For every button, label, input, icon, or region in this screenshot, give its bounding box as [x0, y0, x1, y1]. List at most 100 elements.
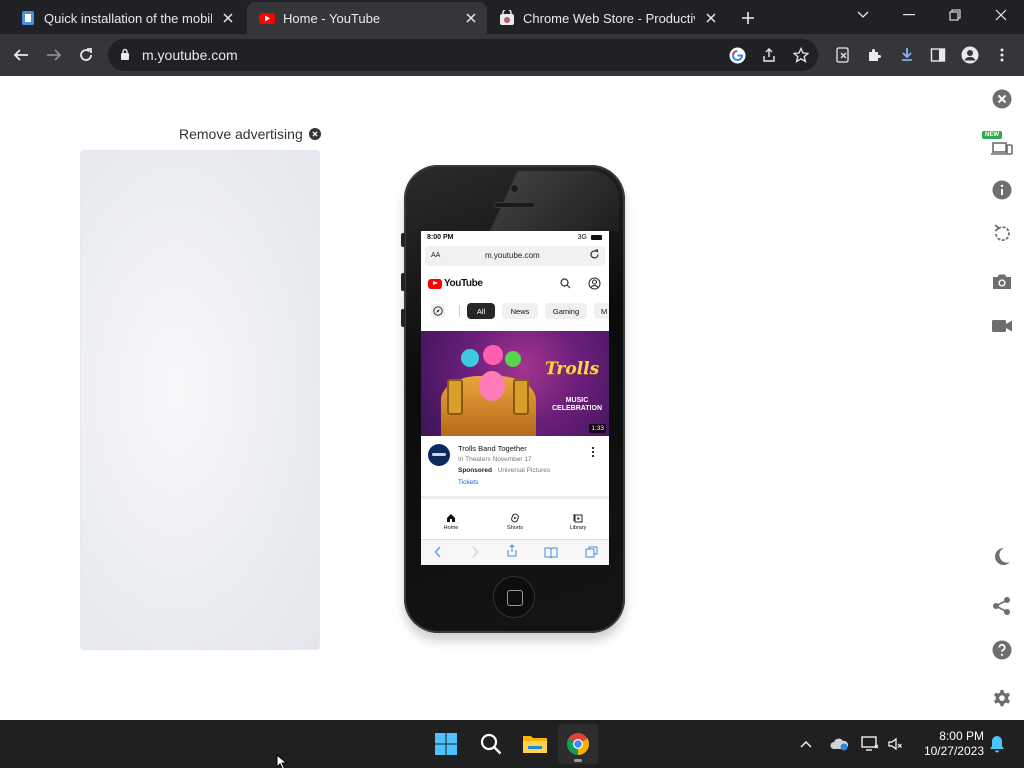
extensions-puzzle-icon[interactable]: [860, 41, 888, 69]
youtube-logo[interactable]: YouTube: [428, 278, 483, 289]
safari-bookmarks-icon[interactable]: [544, 546, 558, 558]
sponsored-line: Sponsored · Universal Pictures: [458, 467, 550, 474]
nav-library[interactable]: Library: [558, 513, 598, 531]
arrow-left-icon: [13, 49, 28, 61]
volume-up-button: [401, 273, 405, 291]
download-extension-icon[interactable]: [893, 41, 921, 69]
safari-tabs-icon[interactable]: [585, 546, 598, 558]
safari-share-icon[interactable]: [506, 544, 518, 558]
nav-home[interactable]: Home: [431, 513, 471, 531]
lock-icon[interactable]: [120, 48, 130, 61]
remove-advertising-label: Remove advertising: [179, 126, 303, 142]
tab-quick-installation[interactable]: Quick installation of the mobile em: [8, 2, 244, 34]
tab-search-button[interactable]: [840, 0, 886, 30]
taskbar-search-button[interactable]: [471, 724, 511, 764]
windows-taskbar: 8:00 PM 10/27/2023: [0, 720, 1024, 768]
shorts-icon: [511, 513, 519, 523]
safari-forward-icon[interactable]: [471, 546, 479, 558]
side-panel-icon[interactable]: [924, 41, 952, 69]
chrome-taskbar-button[interactable]: [558, 724, 598, 764]
safari-address-bar[interactable]: AA m.youtube.com: [425, 246, 605, 266]
share-icon[interactable]: [760, 46, 778, 64]
reader-aa-button[interactable]: AA: [431, 252, 440, 259]
cloud-icon: [830, 738, 849, 751]
forward-button[interactable]: [40, 41, 68, 69]
notifications-button[interactable]: [987, 734, 1007, 754]
phone-home-button[interactable]: [493, 576, 535, 618]
extension-sheet-icon[interactable]: [829, 41, 857, 69]
share-button[interactable]: [990, 594, 1014, 618]
dark-mode-button[interactable]: [990, 545, 1014, 569]
settings-button[interactable]: [990, 687, 1014, 711]
close-window-button[interactable]: [978, 0, 1024, 30]
video-thumbnail[interactable]: Trolls MUSIC CELEBRATION 1:33: [421, 331, 609, 436]
chip-gaming[interactable]: Gaming: [545, 303, 587, 319]
gear-icon: [994, 690, 1010, 707]
advertising-placeholder: [80, 150, 320, 650]
taskbar-clock[interactable]: 8:00 PM 10/27/2023: [916, 729, 984, 759]
reload-button[interactable]: [72, 41, 100, 69]
video-title[interactable]: Trolls Band Together: [458, 444, 527, 453]
safari-url[interactable]: m.youtube.com: [485, 251, 540, 260]
share-nodes-icon: [993, 597, 1010, 615]
file-explorer-button[interactable]: [515, 724, 555, 764]
reload-icon: [80, 48, 92, 61]
tab-chrome-web-store[interactable]: Chrome Web Store - Productivity: [487, 2, 727, 34]
chip-more[interactable]: M: [594, 303, 609, 319]
library-icon: [573, 514, 583, 523]
explore-compass-icon[interactable]: [431, 304, 445, 318]
mute-switch: [401, 233, 405, 247]
nav-library-label: Library: [569, 525, 587, 531]
new-tab-button[interactable]: [737, 7, 759, 29]
remove-advertising-link[interactable]: Remove advertising: [179, 126, 321, 142]
chip-all[interactable]: All: [467, 303, 495, 319]
phone-screen[interactable]: 8:00 PM 3G AA m.youtube.com YouTube All …: [421, 231, 609, 565]
onedrive-tray-icon[interactable]: [829, 734, 849, 754]
restore-button[interactable]: [932, 0, 978, 30]
battery-icon: [591, 235, 602, 240]
search-icon[interactable]: [560, 278, 571, 289]
folder-icon: [523, 736, 547, 753]
more-vert-icon[interactable]: [591, 446, 595, 458]
url-text[interactable]: m.youtube.com: [142, 47, 238, 63]
start-button[interactable]: [426, 724, 466, 764]
address-bar[interactable]: m.youtube.com: [108, 39, 818, 71]
reload-icon[interactable]: [589, 249, 600, 260]
chrome-menu-icon[interactable]: [988, 41, 1016, 69]
youtube-play-icon: [428, 278, 442, 289]
tab-youtube[interactable]: Home - YouTube: [247, 2, 487, 34]
profile-avatar-icon[interactable]: [956, 41, 984, 69]
record-video-button[interactable]: [990, 314, 1014, 338]
tickets-link[interactable]: Tickets: [458, 479, 478, 486]
nav-shorts[interactable]: Shorts: [495, 513, 535, 531]
close-tab-icon[interactable]: [220, 10, 236, 26]
arrow-right-icon: [47, 49, 62, 61]
network-tray-icon[interactable]: [860, 734, 880, 754]
google-lens-icon[interactable]: [728, 46, 746, 64]
sponsored-label: Sponsored: [458, 467, 492, 474]
youtube-header: YouTube: [421, 269, 609, 297]
back-button[interactable]: [7, 41, 35, 69]
safari-back-icon[interactable]: [434, 546, 442, 558]
account-icon[interactable]: [588, 277, 601, 290]
close-tab-icon[interactable]: [703, 10, 719, 26]
chevron-up-icon: [800, 741, 812, 748]
bell-icon: [990, 736, 1004, 753]
clock-time: 8:00 PM: [939, 729, 984, 743]
rotate-button[interactable]: [990, 221, 1014, 245]
chip-news[interactable]: News: [502, 303, 538, 319]
channel-avatar[interactable]: [428, 444, 450, 466]
bookmark-star-icon[interactable]: [792, 46, 810, 64]
volume-tray-icon[interactable]: [885, 734, 905, 754]
minimize-button[interactable]: [886, 0, 932, 30]
help-button[interactable]: [990, 638, 1014, 662]
close-tab-icon[interactable]: [463, 10, 479, 26]
show-hidden-icons-button[interactable]: [796, 734, 816, 754]
search-icon: [480, 733, 502, 755]
video-duration: 1:33: [589, 424, 606, 433]
close-emulator-button[interactable]: [990, 87, 1014, 111]
camera-icon: [993, 274, 1011, 289]
screenshot-button[interactable]: [990, 270, 1014, 294]
devices-button[interactable]: [990, 135, 1014, 159]
info-button[interactable]: [990, 178, 1014, 202]
